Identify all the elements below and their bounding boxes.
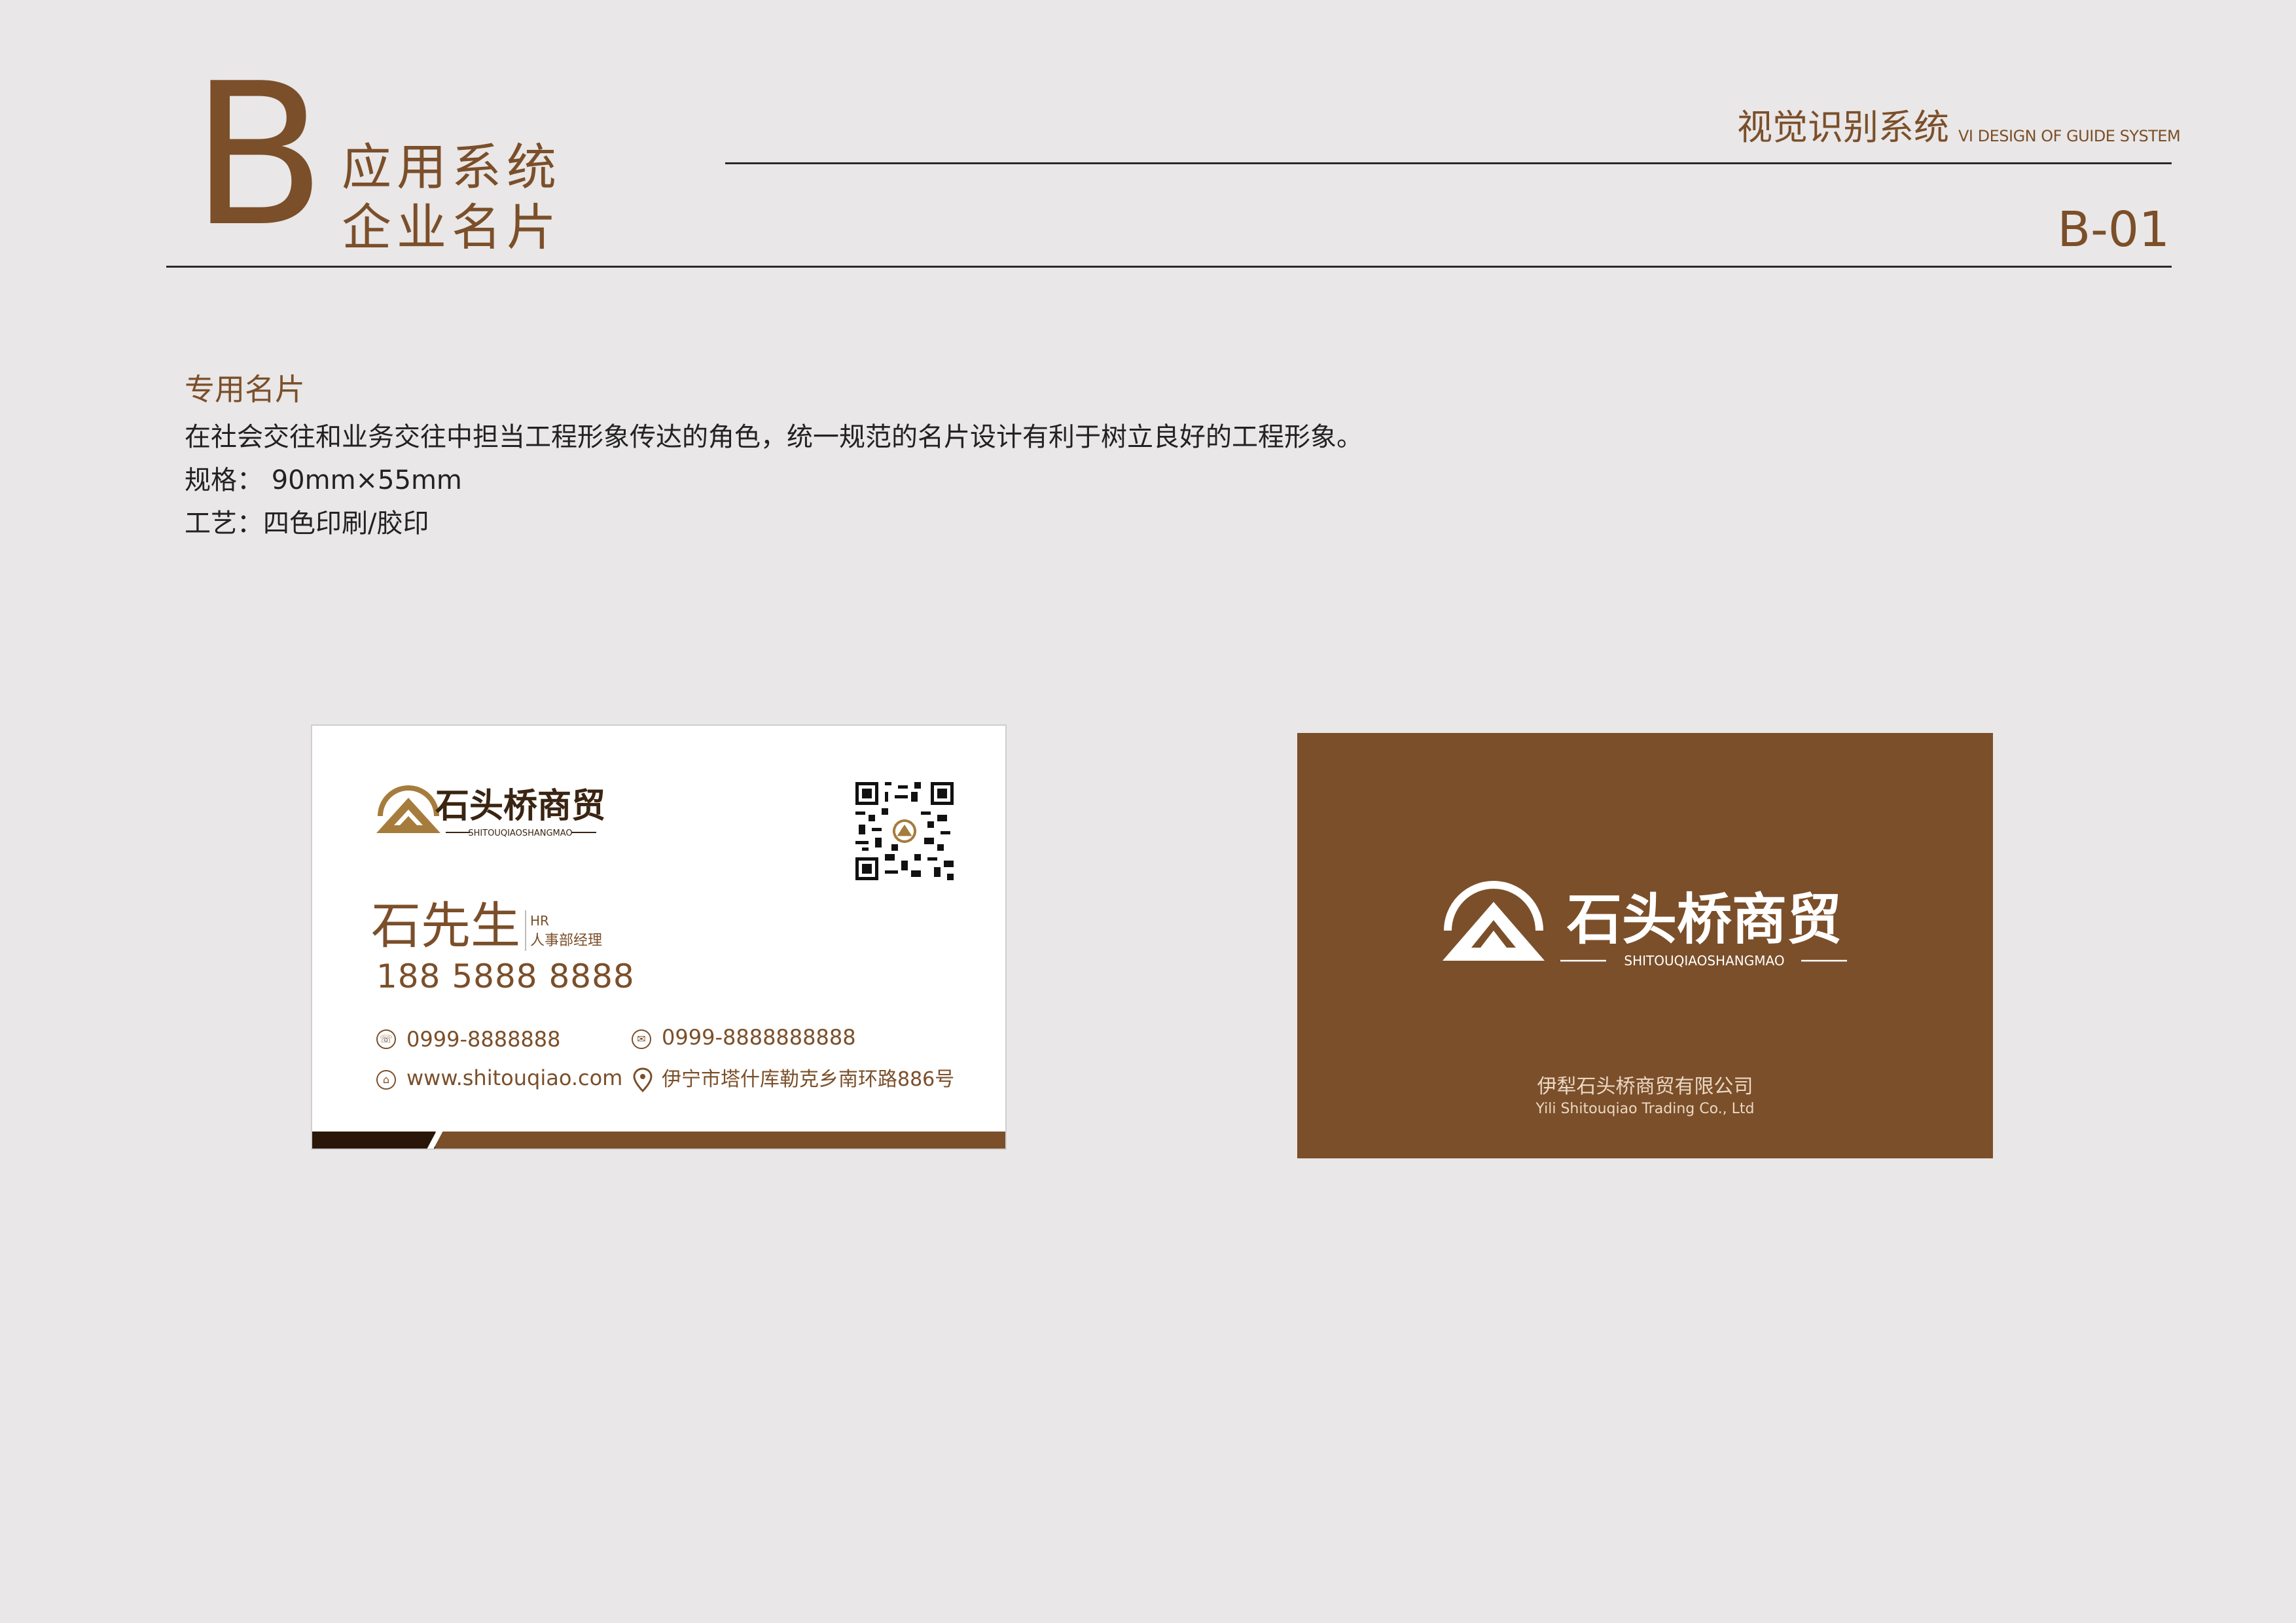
- header-divider-top: [725, 162, 2172, 164]
- section-title-line2: 企业名片: [342, 198, 562, 257]
- brand-name-en: SHITOUQIAOSHANGMAO: [1624, 953, 1784, 969]
- company-name-en: Yili Shitouqiao Trading Co., Ltd: [1535, 1101, 1755, 1117]
- vi-system-subtitle: VI DESIGN OF GUIDE SYSTEM: [1958, 127, 2181, 145]
- description-title: 专用名片: [185, 372, 305, 407]
- brand-logo: 石头桥商贸 SHITOUQIAOSHANGMAO: [376, 785, 605, 838]
- logo-mark-icon: [1443, 881, 1545, 961]
- brand-logo-white: 石头桥商贸 SHITOUQIAOSHANGMAO: [1443, 881, 1847, 969]
- brand-name-cn: 石头桥商贸: [435, 787, 605, 826]
- web-icon: ⌂: [376, 1070, 396, 1090]
- website: www.shitouqiao.com: [406, 1065, 623, 1090]
- header-divider-bottom: [166, 266, 2172, 268]
- fax-number: 0999-8888888888: [662, 1025, 856, 1050]
- fax-icon: ✉: [632, 1029, 651, 1049]
- section-title-line1: 应用系统: [342, 138, 562, 196]
- card-footer-accent: [312, 1132, 435, 1149]
- brand-name-en: SHITOUQIAOSHANGMAO: [468, 829, 572, 838]
- description-text: 在社会交往和业务交往中担当工程形象传达的角色，统一规范的名片设计有利于树立良好的…: [185, 422, 1363, 452]
- spec-size: 规格： 90mm×55mm: [185, 465, 462, 495]
- brand-name-cn: 石头桥商贸: [1567, 887, 1842, 952]
- phone-icon: ☏: [376, 1029, 396, 1049]
- address: 伊宁市塔什库勒克乡南环路886号: [662, 1068, 955, 1091]
- section-letter: B: [191, 41, 326, 270]
- mobile-number: 188 5888 8888: [376, 957, 635, 995]
- page-number: B-01: [2057, 202, 2170, 258]
- job-title-cn: 人事部经理: [530, 933, 603, 949]
- qr-code-icon: [855, 782, 954, 880]
- business-card-back: 石头桥商贸 SHITOUQIAOSHANGMAO 伊犁石头桥商贸有限公司 Yil…: [1297, 733, 1993, 1158]
- job-title-en: HR: [530, 913, 549, 929]
- contact-name: 石先生: [371, 897, 520, 955]
- location-icon: [633, 1067, 653, 1093]
- spec-process: 工艺：四色印刷/胶印: [185, 508, 429, 539]
- name-divider: [525, 910, 526, 951]
- company-name-cn: 伊犁石头桥商贸有限公司: [1537, 1075, 1753, 1098]
- logo-mark-icon: [376, 785, 440, 833]
- business-card-front: 石头桥商贸 SHITOUQIAOSHANGMAO 石先生 HR 人事部经理 18…: [311, 724, 1007, 1150]
- vi-system-title: 视觉识别系统: [1737, 107, 1949, 148]
- phone-number: 0999-8888888: [406, 1027, 561, 1052]
